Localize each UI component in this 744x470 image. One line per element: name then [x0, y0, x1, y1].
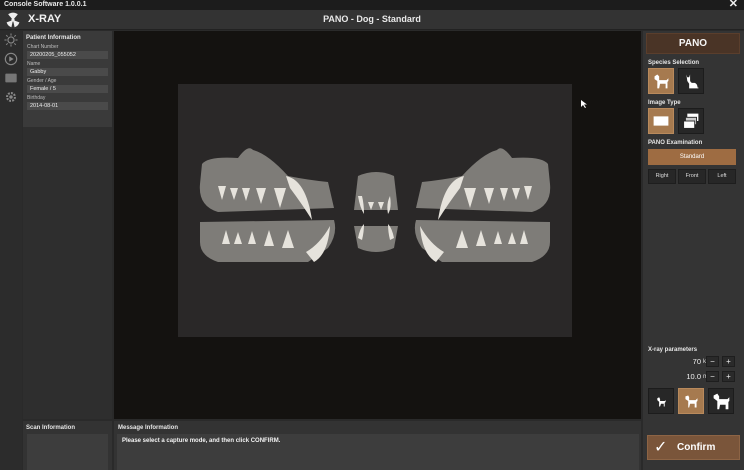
checkmark-icon: ✓	[654, 439, 668, 456]
image-type-single-button[interactable]	[648, 108, 674, 134]
patient-information-heading: Patient Information	[26, 35, 81, 41]
app-name: Console Software 1.0.0.1	[4, 1, 87, 8]
confirm-label: Confirm	[677, 442, 716, 453]
single-image-icon	[653, 116, 669, 126]
image-viewer[interactable]	[114, 31, 641, 419]
xray-preview-image	[178, 84, 572, 337]
xray-parameters-label: X-ray parameters	[648, 347, 698, 353]
gender-age-value: Female / 5	[27, 85, 108, 93]
patient-information-panel: Patient Information Chart Number 2020020…	[23, 31, 112, 127]
multi-image-icon	[683, 113, 699, 129]
large-dog-icon	[713, 393, 730, 410]
dog-icon	[654, 74, 669, 89]
close-icon[interactable]: ✕	[729, 0, 738, 10]
mouse-pointer-icon	[581, 100, 587, 108]
ma-plus-button[interactable]: +	[722, 371, 735, 382]
species-selection-label: Species Selection	[648, 60, 700, 66]
kvp-row: 70 kVp − +	[648, 356, 738, 368]
scan-information-panel: Scan Information	[23, 421, 112, 470]
sun-icon[interactable]	[4, 33, 18, 47]
view-front-button[interactable]: Front	[678, 169, 706, 184]
chart-number-label: Chart Number	[27, 44, 59, 50]
dog-size-small-button[interactable]	[648, 388, 674, 414]
birthday-value: 2014-08-01	[27, 102, 108, 110]
confirm-button[interactable]: ✓ Confirm	[647, 435, 740, 460]
name-label: Name	[27, 61, 41, 67]
small-dog-icon	[657, 397, 666, 407]
dog-size-large-button[interactable]	[708, 388, 734, 414]
ma-row: 10.0 mA − +	[648, 371, 738, 383]
species-dog-button[interactable]	[648, 68, 674, 94]
chart-number-value: 20200205_055052	[27, 51, 108, 59]
kvp-value: 70	[692, 357, 701, 366]
left-toolbar	[0, 31, 22, 470]
gear-icon[interactable]	[4, 90, 18, 104]
ma-minus-button[interactable]: −	[706, 371, 719, 382]
mode-title: PANO	[646, 33, 740, 54]
message-information-panel: Message Information Please select a capt…	[114, 421, 641, 470]
message-information-heading: Message Information	[118, 425, 179, 431]
header: X-RAY PANO - Dog - Standard	[0, 10, 744, 30]
image-type-label: Image Type	[648, 100, 681, 106]
scan-information-box	[27, 434, 108, 470]
view-right-button[interactable]: Right	[648, 169, 676, 184]
capture-mode-panel: PANO Species Selection Image Type PANO E…	[643, 31, 744, 470]
dog-size-medium-button[interactable]	[678, 388, 704, 414]
medium-dog-icon	[685, 395, 698, 408]
gender-age-label: Gender / Age	[27, 78, 57, 84]
kvp-minus-button[interactable]: −	[706, 356, 719, 367]
message-box: Please select a capture mode, and then c…	[117, 434, 639, 470]
page-title: PANO - Dog - Standard	[323, 14, 421, 24]
message-text: Please select a capture mode, and then c…	[122, 438, 281, 444]
screen-icon[interactable]	[4, 71, 18, 85]
disc-icon[interactable]	[4, 52, 18, 66]
image-type-multi-button[interactable]	[678, 108, 704, 134]
kvp-plus-button[interactable]: +	[722, 356, 735, 367]
species-cat-button[interactable]	[678, 68, 704, 94]
title-bar: Console Software 1.0.0.1 ✕	[0, 0, 744, 10]
left-panel-body	[23, 127, 112, 419]
scan-information-heading: Scan Information	[26, 425, 76, 431]
pano-examination-label: PANO Examination	[648, 140, 703, 146]
view-left-button[interactable]: Left	[708, 169, 736, 184]
name-value: Gabby	[27, 68, 108, 76]
birthday-label: Birthday	[27, 95, 46, 101]
ma-value: 10.0	[686, 372, 701, 381]
cat-icon	[686, 74, 699, 89]
standard-button[interactable]: Standard	[648, 149, 736, 165]
